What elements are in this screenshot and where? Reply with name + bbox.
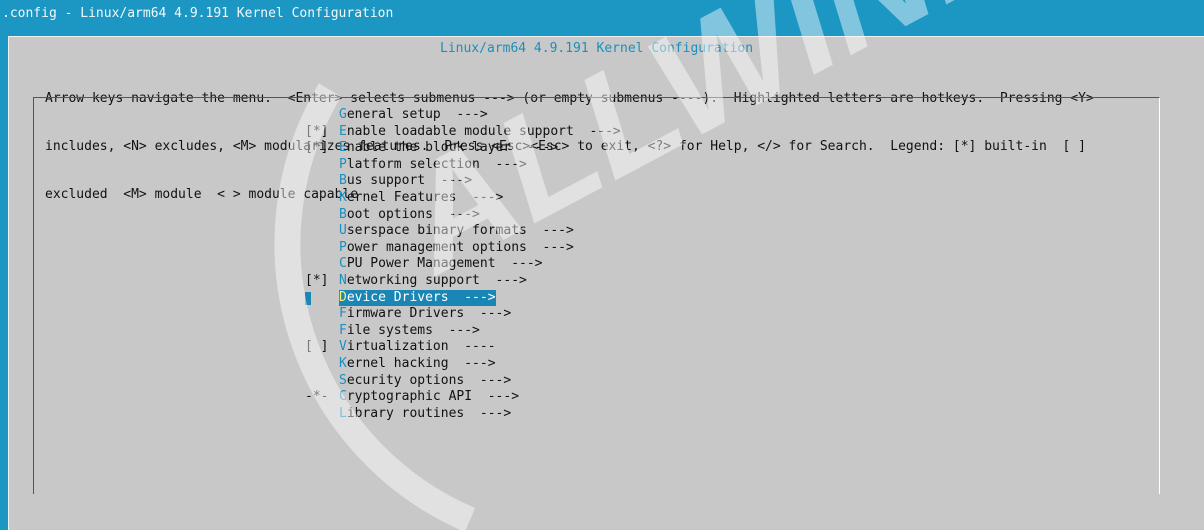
menu-item-cpu-power-management[interactable]: CPU Power Management --->	[305, 256, 621, 273]
menu-item-hotkey: F	[339, 306, 347, 322]
menu-item-file-systems[interactable]: File systems --->	[305, 323, 621, 340]
menu-item-hotkey: U	[339, 223, 347, 239]
menu-item-label: ibrary routines --->	[346, 405, 512, 421]
menu-item-general-setup[interactable]: General setup --->	[305, 107, 621, 124]
menu-item-label: oot options --->	[346, 206, 480, 222]
menu-item-label: evice Drivers --->	[346, 289, 496, 305]
menu-item-hotkey: V	[339, 339, 347, 355]
menu-item-virtualization[interactable]: [ ] Virtualization ----	[305, 339, 621, 356]
menu-item-hotkey: P	[339, 239, 347, 255]
menu-item-prefix: [*]	[305, 272, 329, 288]
menu-item-hotkey: F	[339, 322, 347, 338]
menu-item-hotkey: B	[339, 206, 347, 222]
menu-item-label: serspace binary formats --->	[346, 223, 574, 239]
menu-item-label: nable the block layer --->	[346, 140, 559, 156]
menu-item-device-drivers[interactable]: Device Drivers --->	[305, 289, 621, 307]
menu-item-prefix: -*-	[305, 389, 329, 405]
menu-item-power-management[interactable]: Power management options --->	[305, 240, 621, 257]
menu-item-label: us support --->	[346, 173, 473, 189]
menu-item-label: PU Power Management --->	[346, 256, 543, 272]
menu-item-hotkey: G	[339, 107, 347, 122]
menu-item-kernel-features[interactable]: Kernel Features --->	[305, 190, 621, 207]
menu-item-networking-support[interactable]: [*] Networking support --->	[305, 273, 621, 290]
dialog-title: Linux/arm64 4.9.191 Kernel Configuration	[440, 41, 754, 56]
menu-item-hotkey: C	[339, 389, 347, 405]
menu-item-hotkey: P	[339, 156, 347, 172]
menu-item-hotkey: E	[339, 140, 347, 156]
window-title: .config - Linux/arm64 4.9.191 Kernel Con…	[0, 0, 1204, 28]
menu-item-label: ecurity options --->	[346, 372, 512, 388]
menu-item-boot-options[interactable]: Boot options --->	[305, 207, 621, 224]
menu-item-prefix: [*]	[305, 123, 329, 139]
menu-item-security-options[interactable]: Security options --->	[305, 373, 621, 390]
menu-item-prefix: [ ]	[305, 339, 329, 355]
menu-item-hotkey: E	[339, 123, 347, 139]
menu-item-label: irtualization ----	[346, 339, 496, 355]
menu-item-label: ryptographic API --->	[346, 389, 520, 405]
menu-list: General setup ---> [*] Enable loadable mo…	[305, 107, 621, 422]
menu-item-kernel-hacking[interactable]: Kernel hacking --->	[305, 356, 621, 373]
menu-item-library-routines[interactable]: Library routines --->	[305, 406, 621, 423]
menu-item-cryptographic-api[interactable]: -*- Cryptographic API --->	[305, 389, 621, 406]
menu-item-label: ile systems --->	[346, 322, 480, 338]
menu-item-hotkey: L	[339, 405, 347, 421]
menu-item-bus-support[interactable]: Bus support --->	[305, 173, 621, 190]
menu-item-label: ernel Features --->	[346, 189, 504, 205]
menu-item-hotkey: N	[339, 272, 347, 288]
menu-item-label: eneral setup --->	[346, 107, 488, 122]
menu-item-hotkey: K	[339, 355, 347, 371]
menu-item-label: etworking support --->	[346, 272, 527, 288]
menu-item-label: ower management options --->	[346, 239, 574, 255]
menu-item-prefix: [*]	[305, 140, 329, 156]
menu-item-platform-selection[interactable]: Platform selection --->	[305, 157, 621, 174]
selection-highlight: Device Drivers --->	[339, 289, 496, 307]
menu-item-label: nable loadable module support --->	[346, 123, 621, 139]
menu-item-userspace-binary-formats[interactable]: Userspace binary formats --->	[305, 223, 621, 240]
menu-item-hotkey: C	[339, 256, 347, 272]
menu-item-label: latform selection --->	[346, 156, 527, 172]
menu-item-hotkey: S	[339, 372, 347, 388]
selection-cursor	[305, 291, 311, 305]
menu-item-block-layer[interactable]: [*] Enable the block layer --->	[305, 140, 621, 157]
menu-item-label: ernel hacking --->	[346, 355, 496, 371]
menu-item-label: irmware Drivers --->	[346, 306, 512, 322]
menu-item-hotkey: D	[339, 289, 347, 305]
menu-item-loadable-modules[interactable]: [*] Enable loadable module support --->	[305, 124, 621, 141]
menu-item-hotkey: K	[339, 189, 347, 205]
menu-item-firmware-drivers[interactable]: Firmware Drivers --->	[305, 306, 621, 323]
menu-item-hotkey: B	[339, 173, 347, 189]
